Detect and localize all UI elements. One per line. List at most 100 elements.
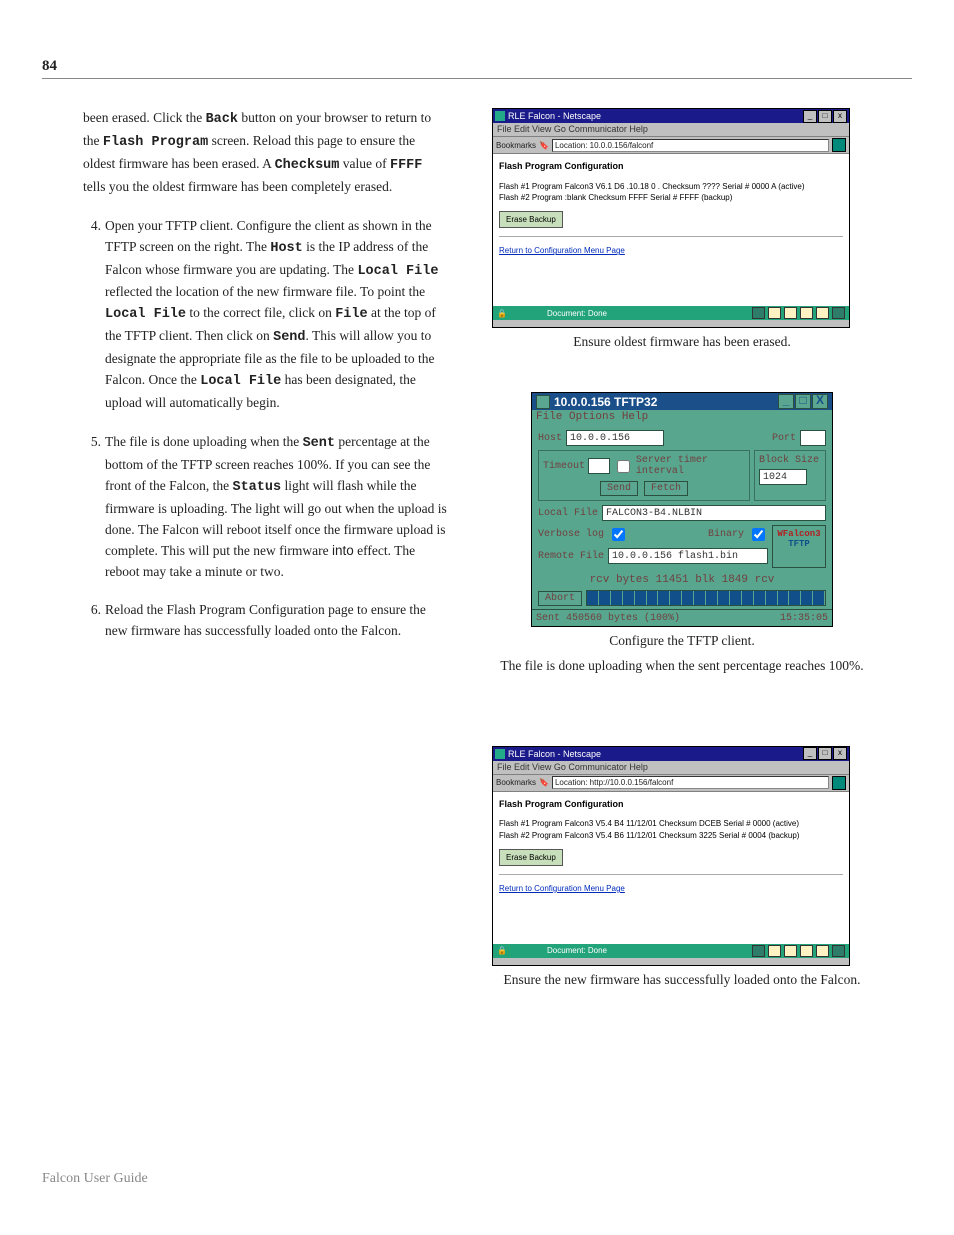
status-icon xyxy=(768,945,781,957)
menu-bar[interactable]: File Options Help xyxy=(532,410,832,424)
status-icon xyxy=(800,945,813,957)
location-field[interactable]: Location: 10.0.0.156/falconf xyxy=(552,139,829,152)
text: value of xyxy=(339,156,390,171)
maximize-button[interactable]: □ xyxy=(795,394,811,409)
code-flash-program: Flash Program xyxy=(103,135,208,150)
status-text: Document: Done xyxy=(547,309,607,318)
status-icon xyxy=(784,307,797,319)
code-checksum: Checksum xyxy=(275,158,340,173)
status-text: Document: Done xyxy=(547,946,607,955)
status-icon xyxy=(784,945,797,957)
step-number: 5. xyxy=(83,432,101,582)
srvtimer-checkbox[interactable] xyxy=(617,460,630,473)
logo-bottom: TFTP xyxy=(788,539,810,549)
figure-2-caption-b: The file is done uploading when the sent… xyxy=(492,656,872,676)
app-icon xyxy=(536,395,550,409)
app-icon xyxy=(495,111,505,121)
figure-2-caption-a: Configure the TFTP client. xyxy=(492,631,872,651)
srvtimer-label: Server timer interval xyxy=(636,455,745,477)
return-link[interactable]: Return to Configuration Menu Page xyxy=(499,884,625,893)
progress-bar xyxy=(586,590,826,606)
status-icon xyxy=(752,307,765,319)
figure-1: RLE Falcon - Netscape _ □ x File Edit Vi… xyxy=(492,108,872,352)
tftp-body: Host 10.0.0.156 Port Timeout Server time… xyxy=(532,424,832,616)
status-icon xyxy=(816,945,829,957)
timeout-field[interactable] xyxy=(588,458,610,474)
verbose-checkbox[interactable] xyxy=(612,528,625,541)
figure-1-caption: Ensure oldest firmware has been erased. xyxy=(492,332,872,352)
code-status: Status xyxy=(232,480,281,495)
body-text-column: been erased. Click the Back button on yo… xyxy=(83,108,448,660)
status-bar: 🔒 Document: Done xyxy=(493,944,849,958)
minimize-button[interactable]: _ xyxy=(778,394,794,409)
status-icon xyxy=(800,307,813,319)
app-icon xyxy=(495,749,505,759)
window-title: RLE Falcon - Netscape xyxy=(508,749,601,759)
port-label: Port xyxy=(772,433,796,444)
window-title: 10.0.0.156 TFTP32 xyxy=(554,395,657,409)
window-titlebar: RLE Falcon - Netscape _ □ x xyxy=(493,109,849,123)
close-button[interactable]: x xyxy=(833,110,847,123)
status-icon xyxy=(832,945,845,957)
bookmarks-button[interactable]: Bookmarks xyxy=(496,778,536,787)
binary-checkbox[interactable] xyxy=(752,528,765,541)
code-sent: Sent xyxy=(303,436,335,451)
step-6: 6. Reload the Flash Program Configuratio… xyxy=(83,600,448,642)
step-body: Reload the Flash Program Configuration p… xyxy=(105,600,448,642)
lock-icon: 🔒 xyxy=(497,309,507,318)
text: The file is done uploading when the xyxy=(105,434,303,449)
step-number: 6. xyxy=(83,600,101,642)
status-icon xyxy=(816,307,829,319)
send-button[interactable]: Send xyxy=(600,481,638,496)
step-5: 5. The file is done uploading when the S… xyxy=(83,432,448,582)
minimize-button[interactable]: _ xyxy=(803,747,817,760)
maximize-button[interactable]: □ xyxy=(818,747,832,760)
intro-paragraph: been erased. Click the Back button on yo… xyxy=(83,108,448,198)
return-link[interactable]: Return to Configuration Menu Page xyxy=(499,246,625,255)
text: been erased. Click the xyxy=(83,110,206,125)
figure-column: RLE Falcon - Netscape _ □ x File Edit Vi… xyxy=(492,108,872,1000)
menu-bar[interactable]: File Edit View Go Communicator Help xyxy=(493,123,849,137)
localfile-field[interactable]: FALCON3-B4.NLBIN xyxy=(602,505,826,521)
erase-backup-button[interactable]: Erase Backup xyxy=(499,849,563,866)
figure-3: RLE Falcon - Netscape _ □ x File Edit Vi… xyxy=(492,746,872,990)
menu-bar[interactable]: File Edit View Go Communicator Help xyxy=(493,761,849,775)
lock-icon: 🔒 xyxy=(497,946,507,955)
packet-info: rcv bytes 11451 blk 1849 rcv xyxy=(538,574,826,586)
port-field[interactable] xyxy=(800,430,826,446)
status-time: 15:35:05 xyxy=(780,613,828,624)
step-body: Open your TFTP client. Configure the cli… xyxy=(105,216,448,414)
status-bar: Sent 450560 bytes (100%) 15:35:05 xyxy=(532,609,832,626)
code-host: Host xyxy=(270,241,302,256)
remotefile-label: Remote File xyxy=(538,551,604,562)
location-toolbar: Bookmarks 🔖 Location: 10.0.0.156/falconf xyxy=(493,137,849,154)
flash-line-1: Flash #1 Program Falcon3 V6.1 D6 .10.18 … xyxy=(499,181,843,192)
divider xyxy=(499,874,843,875)
close-button[interactable]: X xyxy=(812,394,828,409)
footer-text: Falcon User Guide xyxy=(42,1171,148,1187)
figure-2: 10.0.0.156 TFTP32 _ □ X File Options Hel… xyxy=(492,392,872,676)
tftp-window: 10.0.0.156 TFTP32 _ □ X File Options Hel… xyxy=(531,392,833,627)
blocksize-field[interactable]: 1024 xyxy=(759,469,807,485)
flash-line-1: Flash #1 Program Falcon3 V5.4 B4 11/12/0… xyxy=(499,818,843,829)
host-label: Host xyxy=(538,433,562,444)
maximize-button[interactable]: □ xyxy=(818,110,832,123)
header-rule xyxy=(42,78,912,79)
netscape-window-1: RLE Falcon - Netscape _ □ x File Edit Vi… xyxy=(492,108,850,328)
netscape-window-2: RLE Falcon - Netscape _ □ x File Edit Vi… xyxy=(492,746,850,966)
minimize-button[interactable]: _ xyxy=(803,110,817,123)
page-content: Flash Program Configuration Flash #1 Pro… xyxy=(493,792,849,944)
close-button[interactable]: x xyxy=(833,747,847,760)
fetch-button[interactable]: Fetch xyxy=(644,481,688,496)
code-send: Send xyxy=(273,330,305,345)
host-field[interactable]: 10.0.0.156 xyxy=(566,430,664,446)
tftp-logo: WFalcon3 TFTP xyxy=(772,525,826,568)
location-field[interactable]: Location: http://10.0.0.156/falconf xyxy=(552,776,829,789)
page-heading: Flash Program Configuration xyxy=(499,798,843,811)
window-titlebar: 10.0.0.156 TFTP32 _ □ X xyxy=(532,393,832,410)
remotefile-field[interactable]: 10.0.0.156 flash1.bin xyxy=(608,548,768,564)
abort-button[interactable]: Abort xyxy=(538,591,582,606)
erase-backup-button[interactable]: Erase Backup xyxy=(499,211,563,228)
bookmarks-button[interactable]: Bookmarks xyxy=(496,141,536,150)
netscape-throbber-icon xyxy=(832,776,846,790)
